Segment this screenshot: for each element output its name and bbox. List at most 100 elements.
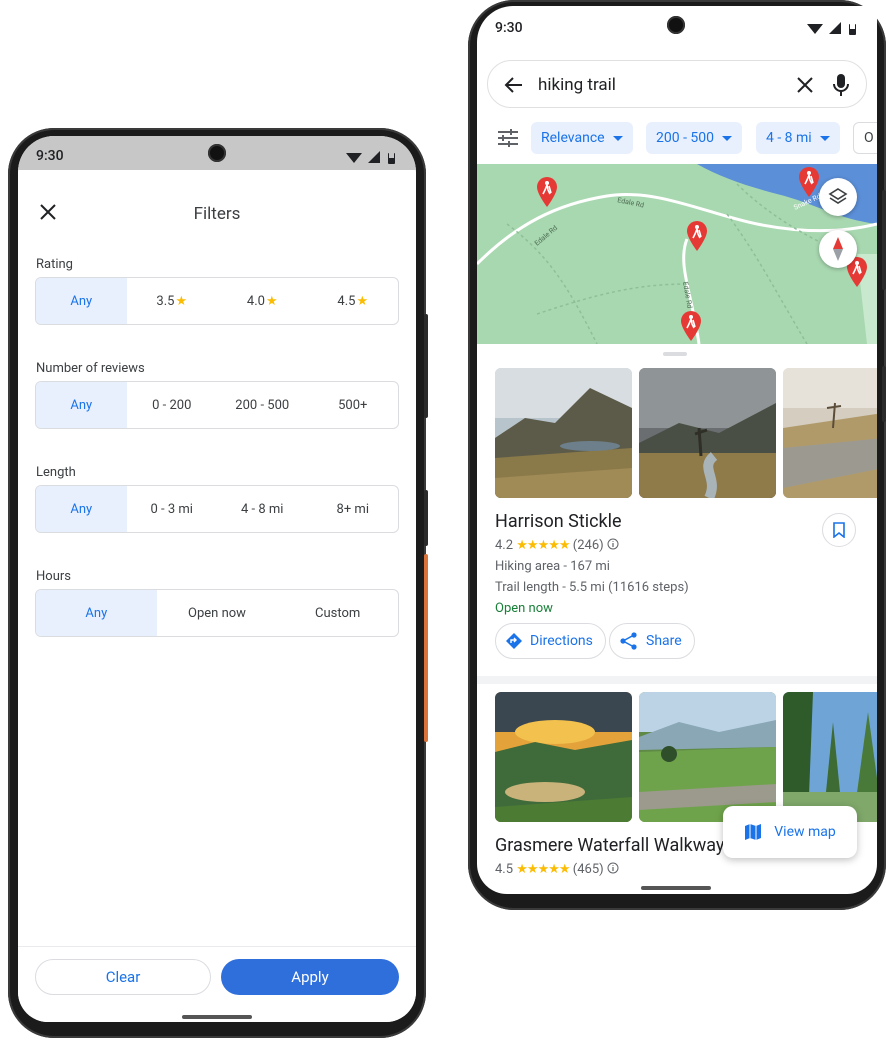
chip-reviews[interactable]: 200 - 500 [646,122,743,154]
info-icon[interactable] [607,862,619,874]
status-icons [807,22,856,35]
share-icon [620,632,637,650]
place-photo[interactable] [639,692,776,822]
hiking-pin-icon[interactable] [535,176,559,208]
length-option-0-3[interactable]: 0 - 3 mi [127,486,218,532]
hiking-pin-icon[interactable] [679,310,703,342]
rating-value: 4.5 [495,862,514,877]
star-icon: ★ [265,293,278,309]
reviews-option-500-plus[interactable]: 500+ [308,382,399,428]
length-segmented-control: Any 0 - 3 mi 4 - 8 mi 8+ mi [35,485,399,533]
microphone-icon[interactable] [832,73,850,97]
hours-option-any[interactable]: Any [36,590,157,636]
reviews-option-200-500[interactable]: 200 - 500 [217,382,308,428]
length-option-8-plus[interactable]: 8+ mi [308,486,399,532]
reviews-option-any[interactable]: Any [36,382,127,428]
signal-icon [368,151,380,163]
reviews-label: Number of reviews [36,361,145,376]
rating-label: Rating [36,257,73,272]
map-view[interactable]: Edale Rd Edale Rd Edale Rd Snake Rd [477,164,877,344]
chip-sort-relevance[interactable]: Relevance [531,122,633,154]
place-photo[interactable] [495,692,632,822]
side-accent-button [424,554,428,742]
review-count: (246) [572,538,604,553]
front-camera [667,16,685,34]
rating-segmented-control: Any 3.5 ★ 4.0 ★ 4.5 ★ [35,277,399,325]
wifi-icon [346,153,362,163]
rating-option-3-5[interactable]: 3.5 ★ [127,278,218,324]
status-icons [346,151,395,164]
hours-segmented-control: Any Open now Custom [35,589,399,637]
open-status: Open now [495,601,553,616]
length-option-4-8[interactable]: 4 - 8 mi [217,486,308,532]
chip-length[interactable]: 4 - 8 mi [756,122,840,154]
layers-button[interactable] [819,178,857,216]
signal-icon [829,22,841,34]
filters-title: Filters [193,204,241,224]
clear-search-icon[interactable] [796,76,814,94]
star-rating-icon: ★★★★★ [516,538,570,553]
place-photo[interactable] [495,368,632,498]
status-bar: 9:30 [477,6,877,40]
search-bar[interactable]: hiking trail [487,60,867,108]
filters-screen: 9:30 Filters Rating Any 3.5 ★ 4.0 ★ 4.5 ★ N… [18,136,416,1022]
view-map-button[interactable]: View map [723,806,857,858]
map-icon [745,824,762,840]
map-road-label: Edale Rd [681,281,694,309]
search-input[interactable]: hiking trail [538,75,616,95]
share-button[interactable]: Share [609,623,695,659]
reviews-segmented-control: Any 0 - 200 200 - 500 500+ [35,381,399,429]
wifi-icon [807,24,823,34]
place-name[interactable]: Grasmere Waterfall Walkways [495,835,734,856]
map-road-label: Edale Rd [617,196,645,209]
rating-row: 4.5 ★★★★★ (465) [495,862,619,877]
compass-icon [833,237,843,261]
bookmark-icon [833,522,845,538]
power-button [882,366,886,422]
hiking-pin-icon[interactable] [797,166,821,198]
status-time: 9:30 [36,148,64,164]
dropdown-caret-icon [722,135,733,141]
length-option-any[interactable]: Any [36,486,127,532]
rating-option-4-5[interactable]: 4.5 ★ [308,278,399,324]
star-icon: ★ [175,293,188,309]
place-photo[interactable] [783,692,877,822]
place-photo[interactable] [639,368,776,498]
review-count: (465) [572,862,604,877]
star-rating-icon: ★★★★★ [516,862,570,877]
info-icon[interactable] [607,538,619,550]
front-camera [208,144,226,162]
compass-button[interactable] [819,230,857,268]
apply-button[interactable]: Apply [221,959,399,995]
results-divider [477,676,877,684]
clear-button[interactable]: Clear [35,959,211,995]
directions-button[interactable]: Directions [495,623,606,659]
drag-handle[interactable] [663,352,687,356]
rating-value: 4.2 [495,538,514,553]
save-button[interactable] [822,513,856,547]
hiking-pin-icon[interactable] [685,220,709,252]
hours-option-open-now[interactable]: Open now [157,590,278,636]
trail-length: Trail length - 5.5 mi (11616 steps) [495,580,689,595]
reviews-option-0-200[interactable]: 0 - 200 [127,382,218,428]
place-name[interactable]: Harrison Stickle [495,511,622,532]
volume-button [882,190,886,290]
power-button [424,490,428,546]
filters-action-bar: Clear Apply [18,946,416,1022]
filter-sliders-icon[interactable] [497,128,519,148]
chip-open-now[interactable]: O [853,122,877,154]
directions-icon [506,633,522,649]
rating-option-4-0[interactable]: 4.0 ★ [217,278,308,324]
hours-option-custom[interactable]: Custom [277,590,398,636]
place-type-distance: Hiking area - 167 mi [495,559,610,574]
rating-row: 4.2 ★★★★★ (246) [495,538,619,553]
back-arrow-icon[interactable] [504,75,524,95]
volume-button [424,314,428,418]
place-photo[interactable] [783,368,877,498]
status-time: 9:30 [495,20,523,36]
layers-icon [828,188,848,204]
rating-option-any[interactable]: Any [36,278,127,324]
home-indicator [182,1015,252,1019]
results-screen: 9:30 hiking trail Relevance 200 - 500 4 … [477,6,877,894]
hours-label: Hours [36,569,71,584]
